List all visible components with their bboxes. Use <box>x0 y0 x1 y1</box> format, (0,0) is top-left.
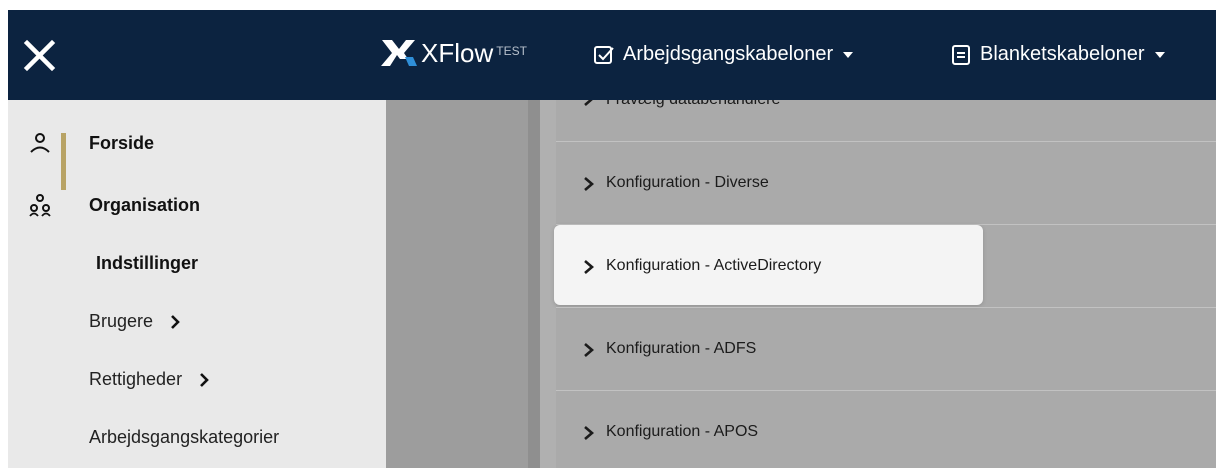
chevron-right-icon <box>584 260 594 274</box>
sidebar-item-label-wrap: Brugere <box>89 311 180 332</box>
sidebar-item-label: Organisation <box>89 194 201 215</box>
sidebar-item-label-wrap: Rettigheder <box>89 369 209 390</box>
sidebar-item-rettigheder[interactable]: Rettigheder <box>8 364 386 394</box>
sidebar-item-organisation[interactable]: Organisation <box>8 190 386 220</box>
chevron-right-icon <box>584 100 593 106</box>
person-icon <box>30 133 50 153</box>
overlay-gutter <box>386 100 528 468</box>
org-icon <box>29 194 51 217</box>
app-logo[interactable]: XFlow TEST <box>378 38 527 68</box>
environment-badge: TEST <box>496 44 527 58</box>
nav-blanketskabeloner[interactable]: Blanketskabeloner <box>950 43 1165 66</box>
caret-down-icon <box>1154 51 1165 58</box>
accordion-row-fravaelg[interactable]: Fravælg databehandlere <box>556 100 1216 122</box>
sidebar-item-label: Indstillinger <box>96 252 199 273</box>
sidebar-item-label: Forside <box>89 132 155 153</box>
chevron-right-icon <box>584 177 594 191</box>
column-divider <box>528 100 540 468</box>
accordion-row-apos[interactable]: Konfiguration - APOS <box>556 391 1216 468</box>
sidebar-item-arbejdsgangskategorier[interactable]: Arbejdsgangskategorier <box>8 422 386 452</box>
nav-arbejdsgangskabeloner[interactable]: Arbejdsgangskabeloner <box>593 43 854 66</box>
nav-label: Arbejdsgangskabeloner <box>623 43 834 65</box>
chevron-right-icon <box>171 314 180 329</box>
sidebar-item-label: Brugere <box>89 310 154 331</box>
checkbox-icon <box>594 45 614 64</box>
accordion-row-label: Konfiguration - ADFS <box>606 340 757 357</box>
chevron-right-icon <box>200 372 209 387</box>
sidebar-item-brugere[interactable]: Brugere <box>8 306 386 336</box>
accordion-row-diverse[interactable]: Konfiguration - Diverse <box>556 142 1216 224</box>
close-icon <box>23 39 56 72</box>
logo-text: XFlow <box>421 38 494 68</box>
accordion-row-label: Fravælg databehandlere <box>606 100 780 109</box>
chevron-right-icon <box>584 343 594 357</box>
sidebar-item-indstillinger[interactable]: Indstillinger <box>8 248 386 278</box>
document-icon <box>952 44 970 65</box>
caret-down-icon <box>843 51 854 58</box>
accordion-row-activedirectory[interactable]: Konfiguration - ActiveDirectory <box>556 225 1216 307</box>
accordion-row-label: Konfiguration - Diverse <box>606 174 769 191</box>
accordion-row-adfs[interactable]: Konfiguration - ADFS <box>556 308 1216 390</box>
sidebar-item-label: Rettigheder <box>89 368 183 389</box>
sidebar-item-label: Arbejdsgangskategorier <box>89 426 280 447</box>
accordion-row-label: Konfiguration - APOS <box>606 423 759 440</box>
chevron-right-icon <box>584 426 594 440</box>
active-item-indicator <box>61 133 66 190</box>
accordion-row-label: Konfiguration - ActiveDirectory <box>606 257 822 274</box>
close-menu-button[interactable] <box>23 39 56 72</box>
xflow-logo-icon <box>381 40 417 66</box>
nav-label: Blanketskabeloner <box>980 43 1145 65</box>
top-bar: XFlow TEST Arbejdsgangskabeloner Blanket… <box>8 10 1216 100</box>
